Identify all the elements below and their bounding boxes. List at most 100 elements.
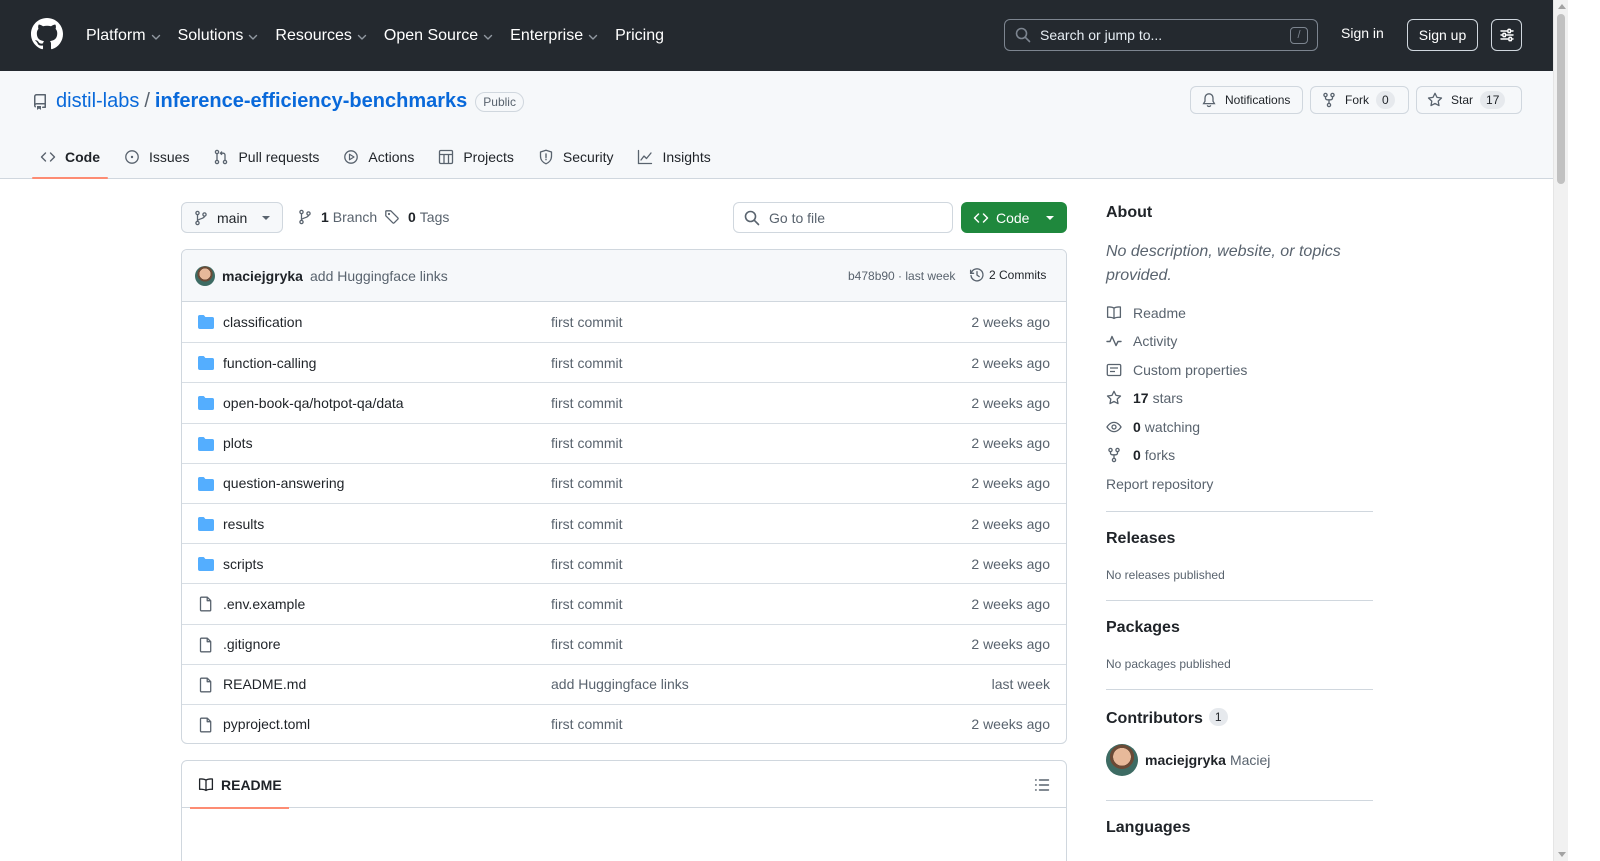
folder-icon xyxy=(198,395,214,411)
file-commit-message-link[interactable]: first commit xyxy=(551,355,623,371)
file-commit-message-link[interactable]: first commit xyxy=(551,314,623,330)
page-scrollbar[interactable] xyxy=(1553,0,1568,861)
table-row[interactable]: pyproject.toml first commit 2 weeks ago xyxy=(182,703,1066,743)
file-commit-message-link[interactable]: first commit xyxy=(551,556,623,572)
tab-security[interactable]: Security xyxy=(530,137,622,177)
commits-history-link[interactable]: 2 Commits xyxy=(969,267,1046,283)
file-name-link[interactable]: results xyxy=(223,516,264,532)
readme-link[interactable]: Readme xyxy=(1106,305,1186,321)
packages-heading[interactable]: Packages xyxy=(1106,619,1180,637)
tab-insights[interactable]: Insights xyxy=(629,137,718,177)
branch-selector-button[interactable]: main xyxy=(181,202,283,233)
contributor-item[interactable]: maciejgryka Maciej xyxy=(1106,744,1270,776)
table-row[interactable]: open-book-qa/hotpot-qa/data first commit 2… xyxy=(182,382,1066,422)
file-name-link[interactable]: plots xyxy=(223,435,253,451)
file-commit-date: 2 weeks ago xyxy=(971,475,1050,492)
scrollbar-thumb[interactable] xyxy=(1557,14,1565,184)
file-commit-message-link[interactable]: first commit xyxy=(551,475,623,491)
tab-pull-requests[interactable]: Pull requests xyxy=(205,137,327,177)
nav-enterprise[interactable]: Enterprise xyxy=(510,27,599,45)
tab-actions[interactable]: Actions xyxy=(335,137,422,177)
file-name-link[interactable]: classification xyxy=(223,314,302,330)
stars-link[interactable]: 17 stars xyxy=(1106,390,1183,406)
table-row[interactable]: plots first commit 2 weeks ago xyxy=(182,422,1066,463)
file-commit-message-link[interactable]: first commit xyxy=(551,395,623,411)
notifications-label: Notifications xyxy=(1225,93,1291,107)
table-row[interactable]: README.md add Huggingface links last week xyxy=(182,663,1066,704)
sidebar-divider xyxy=(1106,689,1373,690)
report-repository-link[interactable]: Report repository xyxy=(1106,476,1213,492)
global-header: Platform Solutions Resources Open Source Ent… xyxy=(0,0,1553,71)
nav-pricing[interactable]: Pricing xyxy=(615,27,664,45)
contributor-username[interactable]: maciejgryka xyxy=(1145,752,1226,768)
issue-icon xyxy=(124,149,140,165)
watching-count: 0 xyxy=(1133,419,1141,435)
file-commit-message-link[interactable]: first commit xyxy=(551,716,623,732)
table-row[interactable]: classification first commit 2 weeks ago xyxy=(182,302,1066,342)
file-name-link[interactable]: .gitignore xyxy=(223,636,281,652)
file-name-link[interactable]: function-calling xyxy=(223,355,316,371)
nav-resources[interactable]: Resources xyxy=(275,27,367,45)
scroll-down-arrow-icon[interactable] xyxy=(1558,852,1566,857)
repo-name-link[interactable]: inference-efficiency-benchmarks xyxy=(155,90,467,113)
nav-open-source[interactable]: Open Source xyxy=(384,27,494,45)
sign-up-button[interactable]: Sign up xyxy=(1407,19,1478,51)
file-commit-date: last week xyxy=(991,676,1050,693)
tab-code[interactable]: Code xyxy=(32,137,108,179)
fork-button[interactable]: Fork 0 xyxy=(1310,86,1409,114)
avatar[interactable] xyxy=(195,266,215,286)
file-commit-message-link[interactable]: add Huggingface links xyxy=(551,676,689,692)
global-search-input[interactable]: Search or jump to... / xyxy=(1004,19,1318,51)
table-row[interactable]: results first commit 2 weeks ago xyxy=(182,502,1066,543)
nav-solutions[interactable]: Solutions xyxy=(178,27,260,45)
table-row[interactable]: .gitignore first commit 2 weeks ago xyxy=(182,623,1066,664)
file-name-link[interactable]: question-answering xyxy=(223,475,344,491)
github-logo-icon[interactable] xyxy=(31,18,63,50)
table-row[interactable]: scripts first commit 2 weeks ago xyxy=(182,543,1066,583)
branches-link[interactable]: 1 Branch xyxy=(297,209,377,225)
file-name-link[interactable]: open-book-qa/hotpot-qa/data xyxy=(223,395,404,411)
file-name-link[interactable]: .env.example xyxy=(223,596,305,612)
forks-link[interactable]: 0 forks xyxy=(1106,447,1175,463)
tab-issues[interactable]: Issues xyxy=(116,137,197,177)
commit-author-link[interactable]: maciejgryka xyxy=(222,268,303,284)
about-description: No description, website, or topics provi… xyxy=(1106,243,1341,284)
avatar[interactable] xyxy=(1106,744,1138,776)
list-icon[interactable] xyxy=(1034,777,1050,793)
custom-properties-link[interactable]: Custom properties xyxy=(1106,362,1247,378)
nav-platform[interactable]: Platform xyxy=(86,27,162,45)
menu-button[interactable] xyxy=(1491,19,1522,51)
folder-icon xyxy=(198,516,214,532)
tags-link[interactable]: 0 Tags xyxy=(384,209,449,225)
go-to-file-input[interactable]: Go to file xyxy=(733,202,953,233)
readme-panel: README xyxy=(181,760,1067,861)
code-dropdown-button[interactable]: Code xyxy=(961,202,1067,233)
file-name-link[interactable]: pyproject.toml xyxy=(223,716,310,732)
contributors-heading[interactable]: Contributors 1 xyxy=(1106,708,1228,728)
commit-sha-time[interactable]: b478b90 · last week xyxy=(848,269,955,283)
readme-tab[interactable]: README xyxy=(190,761,289,809)
watchers-link[interactable]: 0 watching xyxy=(1106,419,1200,435)
file-commit-date: 2 weeks ago xyxy=(971,555,1050,572)
sign-in-link[interactable]: Sign in xyxy=(1341,25,1384,41)
commit-message-link[interactable]: add Huggingface links xyxy=(310,268,448,284)
table-row[interactable]: .env.example first commit 2 weeks ago xyxy=(182,583,1066,623)
table-row[interactable]: function-calling first commit 2 weeks ago xyxy=(182,342,1066,382)
file-commit-message-link[interactable]: first commit xyxy=(551,516,623,532)
tab-projects[interactable]: Projects xyxy=(430,137,522,177)
file-name-link[interactable]: README.md xyxy=(223,676,306,692)
star-button[interactable]: Star 17 xyxy=(1416,86,1522,114)
table-row[interactable]: question-answering first commit 2 weeks ag… xyxy=(182,462,1066,503)
repo-owner-link[interactable]: distil-labs xyxy=(56,90,139,113)
releases-heading[interactable]: Releases xyxy=(1106,530,1175,548)
activity-link[interactable]: Activity xyxy=(1106,333,1177,349)
file-commit-message-link[interactable]: first commit xyxy=(551,596,623,612)
file-commit-message-link[interactable]: first commit xyxy=(551,636,623,652)
scroll-up-arrow-icon[interactable] xyxy=(1558,4,1566,9)
file-commit-message-link[interactable]: first commit xyxy=(551,435,623,451)
tab-label: Code xyxy=(65,149,100,165)
file-name-link[interactable]: scripts xyxy=(223,556,263,572)
pull-request-icon xyxy=(213,149,229,165)
search-placeholder: Search or jump to... xyxy=(1040,27,1163,43)
notifications-button[interactable]: Notifications xyxy=(1190,86,1303,114)
